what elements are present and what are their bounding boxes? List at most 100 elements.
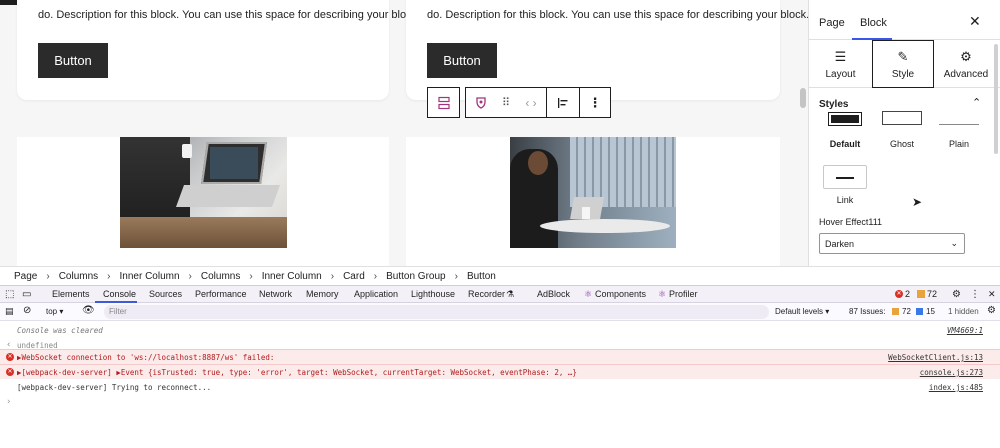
more-vertical-icon[interactable]: ⋮ <box>970 289 980 300</box>
card-image-container[interactable] <box>17 137 389 266</box>
breadcrumb-item[interactable]: Page <box>14 271 37 282</box>
tab-page[interactable]: Page <box>819 17 845 29</box>
breadcrumb-item[interactable]: Inner Column <box>120 271 180 282</box>
warning-icon <box>892 308 899 315</box>
canvas-scrollbar[interactable] <box>800 88 806 108</box>
subtab-layout[interactable]: ☰ Layout <box>810 40 871 88</box>
tab-console[interactable]: Console <box>103 289 136 299</box>
card-image-container[interactable] <box>406 137 780 266</box>
chevron-right-icon: › <box>373 270 378 282</box>
chevron-right-icon: › <box>249 270 253 282</box>
error-count[interactable]: 2 <box>905 289 910 299</box>
subtab-label: Advanced <box>943 68 989 80</box>
tab-block[interactable]: Block <box>860 17 887 29</box>
devtools-panel: ⬚ ▭ Elements Console Sources Performance… <box>0 285 1000 448</box>
console-text: [webpack-dev-server] Trying to reconnect… <box>17 383 212 392</box>
console-settings-icon[interactable]: ⚙ <box>987 305 996 316</box>
block-toolbar[interactable]: ⠿ ‹ › ⋮ <box>465 87 611 118</box>
subtab-style[interactable]: ✎ Style <box>872 40 934 88</box>
card-content[interactable]: do. Description for this block. You can … <box>406 0 808 100</box>
tab-lighthouse[interactable]: Lighthouse <box>411 289 455 299</box>
context-select[interactable]: top ▾ <box>46 307 63 316</box>
eye-icon[interactable]: 👁 <box>82 305 95 316</box>
style-option-default[interactable]: Default <box>823 109 867 149</box>
breadcrumb-item[interactable]: Card <box>343 271 365 282</box>
tab-profiler[interactable]: Profiler <box>669 289 698 299</box>
card-description[interactable]: do. Description for this block. You can … <box>427 9 808 21</box>
select-parent-button[interactable] <box>428 88 459 117</box>
console-error[interactable]: ✕ ▶WebSocket connection to 'ws://localho… <box>0 349 1000 364</box>
context-value: top <box>46 307 58 316</box>
levels-value: Default levels <box>775 307 824 316</box>
drag-handle-icon[interactable]: ⠿ <box>496 88 516 117</box>
breadcrumb-item-current[interactable]: Button <box>467 271 496 282</box>
hover-effect-label: Hover Effect111 <box>819 217 883 227</box>
close-icon[interactable]: ✕ <box>969 13 981 30</box>
error-icon: ✕ <box>6 353 14 361</box>
console-source-link[interactable]: VM4669:1 <box>947 326 983 335</box>
block-type-button[interactable] <box>466 88 496 117</box>
layout-icon: ☰ <box>834 48 847 64</box>
filter-input[interactable]: Filter <box>104 305 769 319</box>
console-message[interactable]: [webpack-dev-server] Trying to reconnect… <box>0 380 1000 395</box>
more-options-icon[interactable]: ⋮ <box>580 88 610 117</box>
tab-recorder[interactable]: Recorder <box>468 289 505 299</box>
breadcrumb-item[interactable]: Button Group <box>386 271 445 282</box>
style-label: Ghost <box>889 139 914 149</box>
sidebar-toggle-icon[interactable]: ▤ <box>5 306 14 317</box>
settings-gear-icon[interactable]: ⚙ <box>952 289 961 300</box>
console-prompt[interactable]: › <box>0 396 1000 411</box>
console-toolbar: ▤ ⊘ top ▾ 👁 Filter Default levels ▾ 87 I… <box>0 303 1000 321</box>
block-toolbar-parent[interactable] <box>427 87 460 118</box>
console-source-link[interactable]: WebSocketClient.js:13 <box>888 353 983 362</box>
card-content[interactable]: do. Description for this block. You can … <box>17 0 420 100</box>
console-text: Console was cleared <box>17 326 103 335</box>
breadcrumb-item[interactable]: Columns <box>59 271 98 282</box>
tab-sources[interactable]: Sources <box>149 289 182 299</box>
chevron-down-icon: ⌄ <box>950 238 958 248</box>
chevron-right-icon: › <box>188 270 192 282</box>
close-devtools-icon[interactable]: ✕ <box>988 289 996 300</box>
card-image[interactable] <box>510 137 676 248</box>
warning-count[interactable]: 72 <box>927 289 937 299</box>
issues-warn-count[interactable]: 72 <box>902 307 911 316</box>
clear-console-icon[interactable]: ⊘ <box>23 305 31 316</box>
move-arrows-icon[interactable]: ‹ › <box>516 88 546 117</box>
style-option-ghost[interactable]: Ghost <box>880 109 924 149</box>
breadcrumb-item[interactable]: Inner Column <box>262 271 322 282</box>
log-levels-select[interactable]: Default levels ▾ <box>775 307 829 316</box>
subtab-label: Style <box>891 68 915 80</box>
tab-network[interactable]: Network <box>259 289 292 299</box>
style-option-plain[interactable]: Plain <box>937 109 981 149</box>
device-toolbar-icon[interactable]: ▭ <box>22 289 31 300</box>
subtab-advanced[interactable]: ⚙ Advanced <box>935 40 997 88</box>
tab-adblock[interactable]: AdBlock <box>537 289 570 299</box>
tab-application[interactable]: Application <box>354 289 398 299</box>
issues-label[interactable]: 87 Issues: <box>849 307 885 316</box>
console-source-link[interactable]: console.js:273 <box>920 368 983 377</box>
console-error[interactable]: ✕ ▶[webpack-dev-server] ▶Event {isTruste… <box>0 364 1000 379</box>
card-button-selected[interactable]: Button <box>427 43 497 78</box>
card-button[interactable]: Button <box>38 43 108 78</box>
inspect-element-icon[interactable]: ⬚ <box>5 289 14 300</box>
tab-memory[interactable]: Memory <box>306 289 339 299</box>
subtab-label: Layout <box>825 68 856 80</box>
issues-info-count[interactable]: 15 <box>926 307 935 316</box>
style-option-link[interactable]: Link <box>823 165 867 205</box>
card-image[interactable] <box>120 137 287 248</box>
card-description[interactable]: do. Description for this block. You can … <box>38 9 420 21</box>
chevron-right-icon: › <box>107 270 111 282</box>
tab-performance[interactable]: Performance <box>195 289 247 299</box>
console-message[interactable]: Console was cleared VM4669:1 <box>0 323 1000 338</box>
flask-icon: ⚗ <box>506 289 515 299</box>
tab-components[interactable]: Components <box>595 289 646 299</box>
align-icon[interactable] <box>547 88 579 117</box>
button-group-icon <box>437 96 450 109</box>
hover-effect-select[interactable]: Darken ⌄ <box>819 233 965 254</box>
console-source-link[interactable]: index.js:485 <box>929 383 983 392</box>
hidden-count[interactable]: 1 hidden <box>948 307 979 316</box>
chevron-up-icon[interactable]: ⌃ <box>972 96 981 109</box>
tab-elements[interactable]: Elements <box>52 289 90 299</box>
sidebar-scrollbar[interactable] <box>994 44 998 154</box>
breadcrumb-item[interactable]: Columns <box>201 271 240 282</box>
